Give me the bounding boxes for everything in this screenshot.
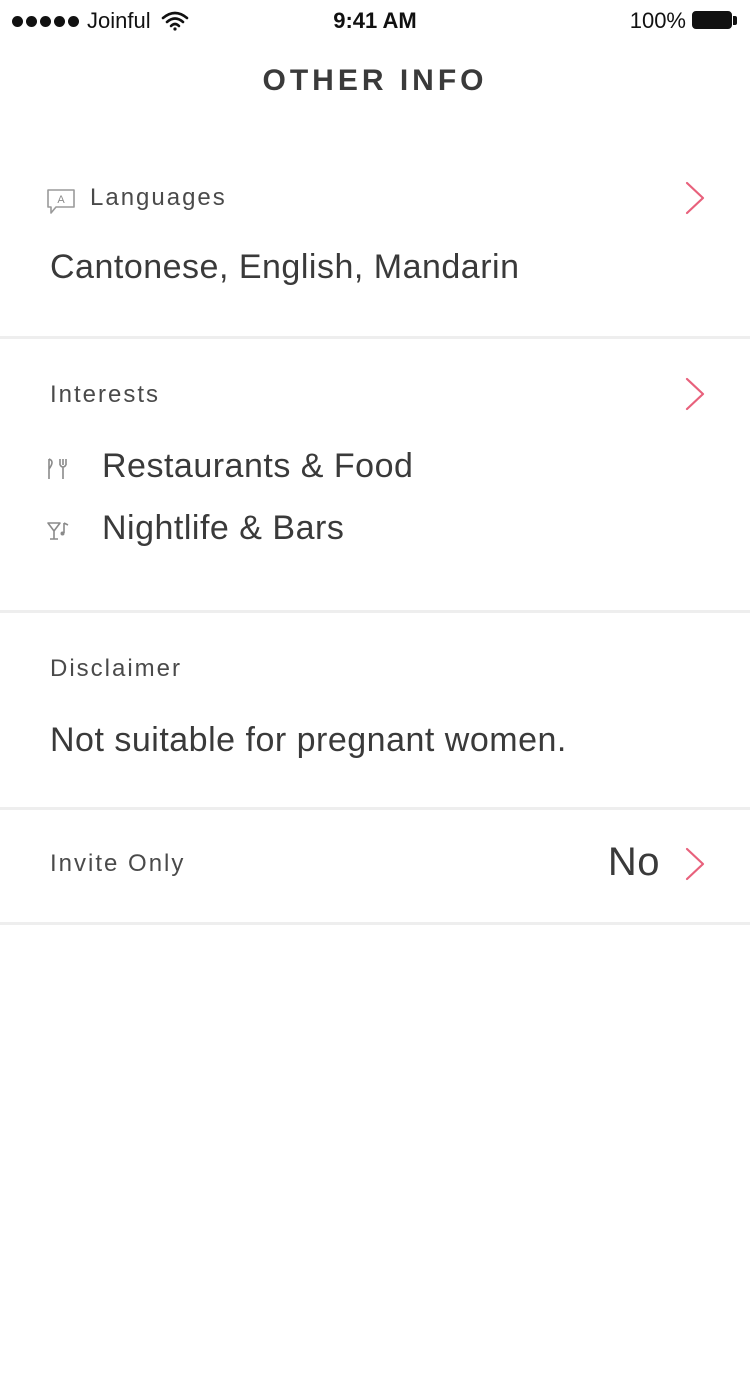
language-icon: A	[47, 189, 75, 214]
interests-section[interactable]: Interests Restaurants & Food Nightlife &…	[0, 339, 750, 613]
interests-label: Interests	[50, 381, 161, 408]
interest-item-label: Restaurants & Food	[102, 447, 414, 485]
disclaimer-value: Not suitable for pregnant women.	[50, 721, 567, 759]
invite-only-chevron-right-icon[interactable]	[684, 846, 706, 882]
invite-only-value: No	[607, 840, 660, 884]
languages-label: Languages	[90, 184, 227, 211]
languages-section[interactable]: A Languages Cantonese, English, Mandarin	[0, 140, 750, 339]
status-bar: Joinful 9:41 AM 100%	[0, 0, 750, 40]
disclaimer-label: Disclaimer	[50, 655, 183, 682]
interests-chevron-right-icon[interactable]	[684, 376, 706, 412]
languages-chevron-right-icon[interactable]	[684, 180, 706, 216]
disclaimer-section: Disclaimer Not suitable for pregnant wom…	[0, 613, 750, 810]
battery-percent: 100%	[629, 8, 686, 33]
invite-only-row[interactable]: Invite Only No	[0, 810, 750, 925]
invite-only-label: Invite Only	[50, 850, 186, 877]
interest-item-label: Nightlife & Bars	[102, 509, 345, 547]
status-bar-right: 100%	[630, 8, 738, 34]
page-title: OTHER INFO	[262, 64, 488, 97]
cocktail-icon	[47, 522, 69, 540]
fork-knife-icon	[48, 458, 67, 479]
languages-value: Cantonese, English, Mandarin	[50, 248, 520, 286]
battery-icon	[692, 11, 738, 31]
svg-text:A: A	[57, 194, 65, 206]
